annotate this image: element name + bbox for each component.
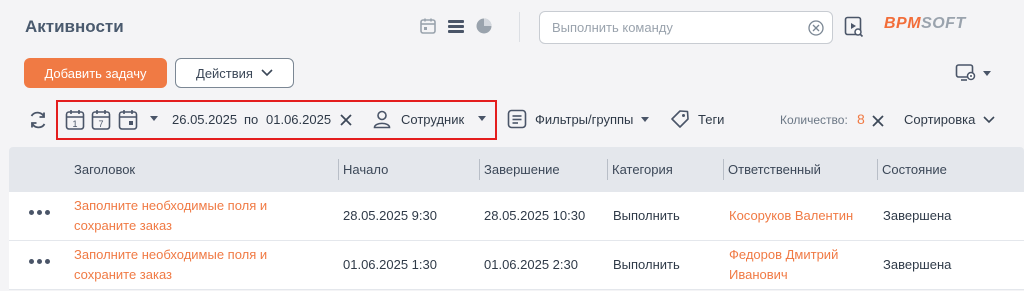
add-task-button[interactable]: Добавить задачу	[24, 58, 167, 88]
column-header-owner[interactable]: Ответственный	[728, 162, 821, 177]
tags-button[interactable]: Теги	[670, 109, 724, 129]
person-icon[interactable]	[372, 109, 392, 134]
column-divider[interactable]	[479, 159, 480, 180]
employee-filter[interactable]: Сотрудник	[401, 112, 464, 127]
employee-dropdown-caret[interactable]	[478, 116, 486, 121]
column-header-category[interactable]: Категория	[612, 162, 673, 177]
count-label: Количество:	[780, 113, 848, 127]
filter-list-icon	[507, 109, 527, 129]
tag-icon	[671, 110, 689, 128]
filters-caret	[641, 116, 650, 122]
row-menu-icon[interactable]	[29, 259, 50, 264]
count-value[interactable]: 8	[857, 111, 865, 127]
row-category: Выполнить	[613, 208, 680, 223]
view-settings-button[interactable]	[955, 63, 991, 83]
close-count-icon[interactable]	[872, 114, 884, 132]
column-divider[interactable]	[723, 159, 724, 180]
actions-menu-label: Действия	[196, 65, 253, 81]
clear-icon[interactable]	[808, 20, 824, 41]
column-header-title[interactable]: Заголовок	[74, 162, 135, 177]
column-divider[interactable]	[338, 159, 339, 180]
display-settings-icon	[955, 64, 976, 81]
command-input[interactable]: Выполнить команду	[539, 11, 833, 44]
row-end: 28.05.2025 10:30	[484, 208, 586, 223]
refresh-icon[interactable]	[28, 110, 48, 135]
filter-toolbar: 1 7 26.05.2025 по 01.06.2025 Сотрудник Ф…	[0, 100, 1024, 140]
row-title-link[interactable]: Заполните необходимые поля и сохраните за…	[74, 196, 267, 236]
filters-groups-button[interactable]: Фильтры/группы	[507, 109, 650, 129]
search-window-icon[interactable]	[844, 16, 864, 43]
command-placeholder: Выполнить команду	[552, 20, 673, 35]
row-start: 28.05.2025 9:30	[343, 208, 437, 223]
calendar-week-icon[interactable]: 7	[91, 109, 111, 136]
filters-label: Фильтры/группы	[535, 111, 634, 127]
calendar-month-icon[interactable]	[118, 109, 138, 136]
caret-down-icon	[983, 70, 991, 76]
table-header: Заголовок Начало Завершение Категория От…	[9, 147, 1024, 192]
row-status: Завершена	[883, 257, 952, 272]
sort-label: Сортировка	[904, 112, 976, 127]
row-start: 01.06.2025 1:30	[343, 257, 437, 272]
date-from[interactable]: 26.05.2025	[172, 112, 237, 127]
sort-button[interactable]: Сортировка	[904, 112, 995, 127]
calendar-icon[interactable]	[419, 17, 437, 35]
header-divider	[519, 12, 520, 42]
row-status: Завершена	[883, 208, 952, 223]
table-row[interactable]: Заполните необходимые поля и сохраните за…	[9, 192, 1024, 241]
svg-text:1: 1	[72, 119, 77, 129]
activities-table: Заголовок Начало Завершение Категория От…	[9, 147, 1024, 290]
list-icon[interactable]	[447, 17, 465, 35]
view-switcher	[419, 17, 493, 35]
row-owner-link[interactable]: Федоров Дмитрий Иванович	[729, 245, 838, 285]
column-divider[interactable]	[607, 159, 608, 180]
chevron-down-icon	[983, 115, 995, 123]
chevron-down-icon	[261, 69, 273, 77]
calendar-day-icon[interactable]: 1	[65, 109, 85, 136]
date-to-word: по	[244, 112, 259, 127]
bpmsoft-logo: BPMSOFT	[884, 15, 966, 32]
svg-text:7: 7	[98, 119, 103, 129]
date-to[interactable]: 01.06.2025	[266, 112, 331, 127]
column-header-end[interactable]: Завершение	[484, 162, 560, 177]
row-menu-icon[interactable]	[29, 210, 50, 215]
row-owner-link[interactable]: Косоруков Валентин	[729, 206, 853, 226]
row-category: Выполнить	[613, 257, 680, 272]
row-end: 01.06.2025 2:30	[484, 257, 578, 272]
table-row[interactable]: Заполните необходимые поля и сохраните за…	[9, 241, 1024, 290]
column-divider[interactable]	[877, 159, 878, 180]
pie-chart-icon[interactable]	[475, 17, 493, 35]
row-title-link[interactable]: Заполните необходимые поля и сохраните за…	[74, 245, 267, 285]
column-header-start[interactable]: Начало	[343, 162, 388, 177]
actions-menu-button[interactable]: Действия	[175, 58, 294, 88]
column-header-status[interactable]: Состояние	[882, 162, 947, 177]
period-dropdown-caret[interactable]	[150, 116, 158, 121]
page-title: Активности	[25, 17, 124, 36]
clear-dates-icon[interactable]	[340, 113, 352, 131]
tags-label: Теги	[698, 111, 725, 127]
